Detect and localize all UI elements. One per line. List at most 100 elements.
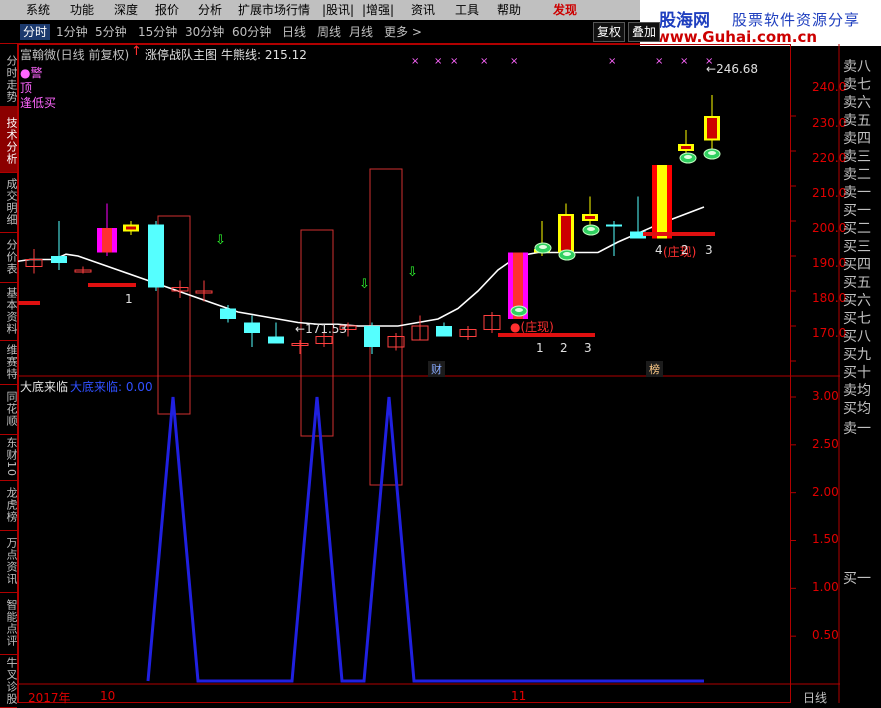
candle-1[interactable] — [51, 221, 67, 270]
order-book-9: 买二 — [843, 221, 871, 237]
candle-16[interactable] — [411, 315, 429, 341]
period-tab-6[interactable]: 日线 — [282, 24, 306, 40]
count-3: 3 — [584, 341, 592, 355]
diamond-icon-1 — [534, 242, 552, 254]
up-arrow-icon: ↑ — [131, 44, 142, 59]
low-price-label: ←171.53 — [295, 322, 348, 336]
top-marker-3: × — [480, 56, 488, 67]
candle-11[interactable] — [291, 340, 309, 354]
order-book-15: 买八 — [843, 329, 871, 345]
candle-14[interactable] — [364, 322, 380, 355]
candle-23[interactable] — [582, 196, 598, 225]
order-book-6: 卖二 — [843, 167, 871, 183]
order-book-3: 卖五 — [843, 113, 871, 129]
price-axis-label-0: 240.0 — [812, 80, 847, 94]
menu-item-9[interactable]: 工具 — [455, 0, 479, 20]
price-axis-label-2: 220.0 — [812, 151, 847, 165]
menu-item-10[interactable]: 帮助 — [497, 0, 521, 20]
sub-axis-label-1: 2.50 — [812, 437, 839, 451]
candle-28[interactable] — [704, 95, 720, 151]
order-book-1: 卖七 — [843, 77, 871, 93]
period-tab-4[interactable]: 30分钟 — [185, 24, 224, 40]
candle-22[interactable] — [558, 203, 574, 253]
left-tab-4[interactable]: 基本资料 — [0, 278, 17, 341]
count-4: 4 — [655, 243, 663, 257]
left-tab-11[interactable]: 牛叉诊股 — [0, 650, 17, 708]
order-book-14: 买七 — [843, 311, 871, 327]
period-tab-8[interactable]: 月线 — [349, 24, 373, 40]
menu-item-11[interactable]: 发现 — [553, 0, 577, 20]
menu-item-7[interactable]: |增强| — [362, 0, 394, 20]
candle-24[interactable] — [606, 221, 622, 256]
candle-9[interactable] — [244, 315, 260, 348]
menu-item-1[interactable]: 功能 — [70, 0, 94, 20]
candle-2[interactable] — [74, 266, 92, 274]
sub-axis-label-5: 0.50 — [812, 628, 839, 642]
candle-27[interactable] — [678, 130, 694, 155]
left-tab-5[interactable]: 维赛特 — [0, 336, 17, 385]
menu-item-6[interactable]: |股讯| — [322, 0, 354, 20]
list-marker[interactable]: 榜 — [646, 361, 663, 377]
candle-10[interactable] — [268, 322, 284, 344]
candle-18[interactable] — [459, 326, 477, 340]
legend-buy-dip: 逢低买 — [20, 96, 57, 110]
period-tab-3[interactable]: 15分钟 — [138, 24, 177, 40]
period-tab-2[interactable]: 5分钟 — [95, 24, 127, 40]
date-year: 2017年 — [28, 691, 71, 705]
candle-3[interactable] — [97, 203, 117, 257]
red-signal-bar-0 — [18, 301, 40, 305]
buy-arrow-icon-1: ⇩ — [359, 277, 370, 292]
menu-item-4[interactable]: 分析 — [198, 0, 222, 20]
zhuang-label-1: ●(庄现) — [510, 320, 554, 334]
left-tab-6[interactable]: 同花顺 — [0, 380, 17, 435]
candle-4[interactable] — [123, 221, 139, 235]
left-tab-3[interactable]: 分价表 — [0, 228, 17, 283]
candle-5[interactable] — [148, 221, 164, 291]
left-tab-0[interactable]: 分时走势 — [0, 44, 17, 111]
order-book-21: 买一 — [843, 571, 871, 587]
period-tab-5[interactable]: 60分钟 — [232, 24, 271, 40]
candle-17[interactable] — [436, 322, 452, 337]
overlay-button[interactable]: 叠加 — [628, 22, 661, 42]
period-tab-0[interactable]: 分时 — [20, 24, 51, 40]
left-tab-2[interactable]: 成交明细 — [0, 168, 17, 233]
order-book-11: 买四 — [843, 257, 871, 273]
left-tab-10[interactable]: 智能点评 — [0, 588, 17, 655]
period-tab-9[interactable]: 更多 > — [384, 24, 422, 40]
count-2: 2 — [560, 341, 568, 355]
menu-item-5[interactable]: 扩展市场行情 — [238, 0, 310, 20]
zhuang-label-2: (庄现) — [663, 245, 697, 259]
buy-arrow-icon-2: ⇩ — [407, 265, 418, 280]
order-book-4: 卖四 — [843, 131, 871, 147]
period-tab-7[interactable]: 周线 — [317, 24, 341, 40]
price-axis-label-6: 180.0 — [812, 291, 847, 305]
candle-0[interactable] — [25, 249, 43, 274]
ma-line — [18, 206, 705, 327]
order-book-16: 买九 — [843, 347, 871, 363]
sub-indicator-name: 大底来临 — [20, 380, 69, 394]
left-tab-9[interactable]: 万点资讯 — [0, 526, 17, 593]
sub-axis-label-3: 1.50 — [812, 532, 839, 546]
top-marker-7: × — [680, 56, 688, 67]
high-price-label: ←246.68 — [706, 62, 759, 76]
candle-19[interactable] — [483, 312, 501, 333]
bottom-signal-line — [146, 396, 704, 683]
menu-item-0[interactable]: 系统 — [26, 0, 50, 20]
red-signal-bar-1 — [88, 283, 136, 287]
left-tab-7[interactable]: 东财10 — [0, 430, 17, 481]
candle-8[interactable] — [220, 305, 236, 323]
menu-item-2[interactable]: 深度 — [114, 0, 138, 20]
diamond-icon-2 — [558, 249, 576, 261]
fuquan-button[interactable]: 复权 — [593, 22, 626, 42]
menu-item-3[interactable]: 报价 — [155, 0, 179, 20]
price-axis-label-3: 210.0 — [812, 186, 847, 200]
left-tab-8[interactable]: 龙虎榜 — [0, 476, 17, 531]
period-tab-1[interactable]: 1分钟 — [56, 24, 88, 40]
order-book-8: 买一 — [843, 203, 871, 219]
finance-marker[interactable]: 财 — [428, 361, 445, 377]
left-tab-1[interactable]: 技术分析 — [0, 106, 17, 173]
buy-arrow-icon-0: ⇩ — [215, 233, 226, 248]
order-book-12: 买五 — [843, 275, 871, 291]
menu-item-8[interactable]: 资讯 — [411, 0, 435, 20]
candle-26[interactable] — [652, 165, 672, 239]
